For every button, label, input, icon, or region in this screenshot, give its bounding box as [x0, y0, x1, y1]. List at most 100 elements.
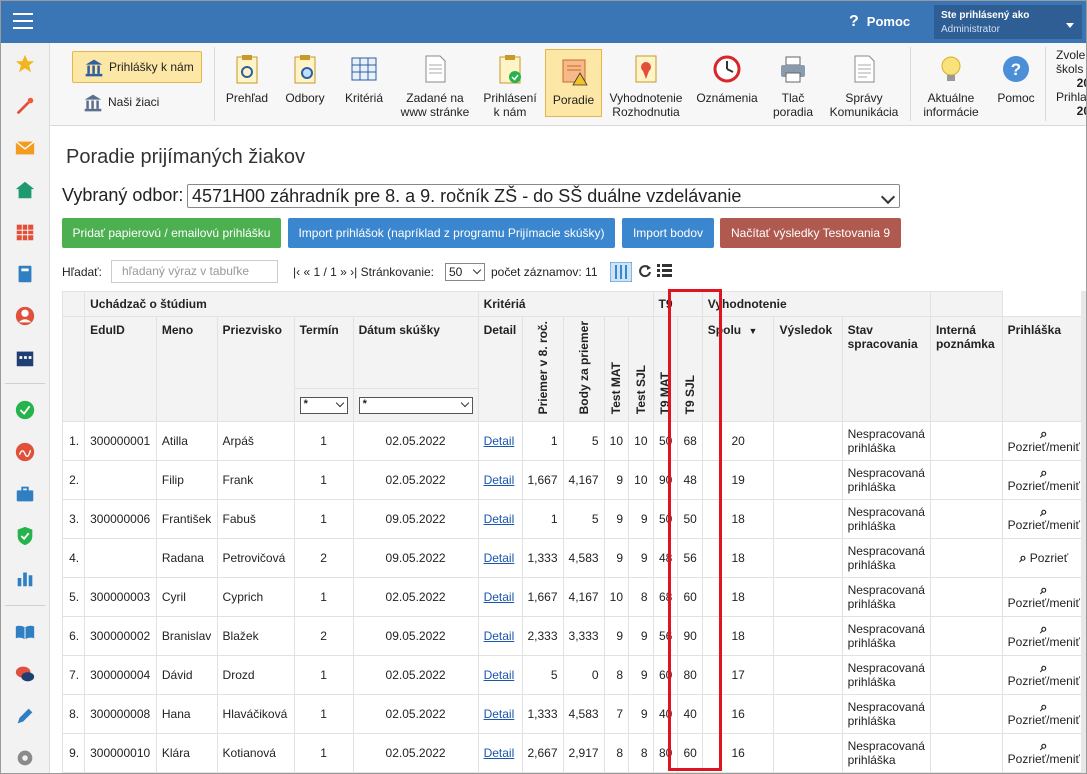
toolbar-applied-button[interactable]: Prihlásení k nám — [478, 43, 542, 125]
col-header-poznamka[interactable]: Interná poznámka — [929, 315, 1003, 423]
view-edit-link[interactable]: Pozrieť/meniť — [1008, 635, 1080, 649]
our-students-tab-button[interactable]: Naši žiaci — [72, 87, 202, 117]
cell-detail[interactable]: Detail — [477, 460, 523, 501]
toolbar-messages-button[interactable]: Správy Komunikácia — [825, 43, 903, 125]
pagination[interactable]: |‹ « 1 / 1 » ›| Stránkovanie: — [293, 265, 434, 279]
col-header-t9-sjl[interactable]: T9 SJL — [677, 315, 703, 423]
pencil-icon[interactable] — [14, 705, 36, 727]
col-header-priezvisko[interactable]: Priezvisko — [216, 315, 295, 423]
open-book-icon[interactable] — [14, 621, 36, 643]
detail-link[interactable]: Detail — [484, 551, 515, 565]
list-icon[interactable] — [657, 264, 672, 277]
view-edit-link[interactable]: Pozrieť/meniť — [1008, 752, 1080, 766]
col-header-termin[interactable]: Termín — [293, 315, 354, 390]
view-edit-link[interactable]: Pozrieť — [1030, 551, 1069, 565]
cell-prihlaska[interactable]: ⌕ Pozrieť/meniť — [1001, 421, 1086, 462]
applications-tab-button[interactable]: Prihlášky k nám — [72, 51, 202, 83]
cell-detail[interactable]: Detail — [477, 733, 523, 773]
detail-link[interactable]: Detail — [484, 707, 515, 721]
import-applications-button[interactable]: Import prihlášok (napríklad z programu P… — [288, 218, 615, 248]
col-header-t9-mat[interactable]: T9 MAT — [652, 315, 679, 423]
view-edit-link[interactable]: Pozrieť/meniť — [1008, 440, 1080, 454]
field-select[interactable]: 4571H00 záhradník pre 8. a 9. ročník ZŠ … — [187, 184, 900, 208]
col-header-vysledok[interactable]: Výsledok — [773, 315, 843, 423]
cell-detail[interactable]: Detail — [477, 421, 523, 462]
view-edit-link[interactable]: Pozrieť/meniť — [1008, 674, 1080, 688]
column-view-icon[interactable] — [610, 262, 632, 282]
page-size-select[interactable]: 50 — [445, 263, 485, 281]
home-icon[interactable] — [14, 179, 36, 201]
cell-detail[interactable]: Detail — [477, 694, 523, 735]
col-header-datum[interactable]: Dátum skúšky — [352, 315, 479, 390]
cell-prihlaska[interactable]: ⌕ Pozrieť/meniť — [1001, 460, 1086, 501]
mail-icon[interactable] — [14, 137, 36, 159]
scrollbar[interactable] — [1081, 291, 1086, 773]
view-edit-link[interactable]: Pozrieť/meniť — [1008, 713, 1080, 727]
toolbar-notifications-button[interactable]: Oznámenia — [690, 43, 764, 125]
cell-prihlaska[interactable]: ⌕ Pozrieť/meniť — [1001, 655, 1086, 696]
datum-filter-select[interactable]: * — [358, 396, 473, 414]
detail-link[interactable]: Detail — [484, 512, 515, 526]
import-points-button[interactable]: Import bodov — [622, 218, 714, 248]
col-header-prihlaska[interactable]: Prihláška — [1001, 315, 1086, 423]
detail-link[interactable]: Detail — [484, 434, 515, 448]
col-header-meno[interactable]: Meno — [155, 315, 218, 423]
signature-icon[interactable] — [14, 441, 36, 463]
cell-detail[interactable]: Detail — [477, 577, 523, 618]
briefcase-icon[interactable] — [14, 483, 36, 505]
detail-link[interactable]: Detail — [484, 668, 515, 682]
detail-link[interactable]: Detail — [484, 629, 515, 643]
gear-icon[interactable] — [14, 747, 36, 769]
help-link[interactable]: ? Pomoc — [849, 13, 910, 31]
cell-detail[interactable]: Detail — [477, 538, 523, 579]
load-t9-results-button[interactable]: Načítať výsledky Testovania 9 — [720, 218, 901, 248]
col-header-spolu[interactable]: Spolu ▼ — [701, 315, 775, 423]
cell-prihlaska[interactable]: ⌕ Pozrieť/meniť — [1001, 694, 1086, 735]
magic-wand-icon[interactable] — [14, 95, 36, 117]
cell-detail[interactable]: Detail — [477, 499, 523, 540]
cell-detail[interactable]: Detail — [477, 655, 523, 696]
col-header-detail[interactable]: Detail — [477, 315, 523, 423]
calendar-icon[interactable] — [14, 347, 36, 369]
chat-icon[interactable] — [14, 663, 36, 685]
cell-prihlaska[interactable]: ⌕ Pozrieť/meniť — [1001, 499, 1086, 540]
calendar-grid-icon[interactable] — [14, 221, 36, 243]
cell-prihlaska[interactable]: ⌕ Pozrieť/meniť — [1001, 733, 1086, 773]
book-icon[interactable] — [14, 263, 36, 285]
col-header-test-mat[interactable]: Test MAT — [603, 315, 630, 423]
termin-filter-select[interactable]: * — [299, 396, 348, 414]
cell-prihlaska[interactable]: ⌕ Pozrieť — [1001, 538, 1086, 579]
toolbar-print-button[interactable]: Tlač poradia — [766, 43, 820, 125]
toolbar-current-info-button[interactable]: Aktuálne informácie — [916, 43, 986, 125]
view-edit-link[interactable]: Pozrieť/meniť — [1008, 479, 1080, 493]
hamburger-menu-icon[interactable] — [13, 13, 33, 31]
search-input[interactable]: hľadaný výraz v tabuľke — [111, 260, 278, 283]
view-edit-link[interactable]: Pozrieť/meniť — [1008, 518, 1080, 532]
view-edit-link[interactable]: Pozrieť/meniť — [1008, 596, 1080, 610]
toolbar-evaluation-button[interactable]: Vyhodnotenie Rozhodnutia — [606, 43, 686, 125]
toolbar-fields-button[interactable]: Odbory — [280, 43, 330, 125]
toolbar-web-submitted-button[interactable]: Zadané na www stránke — [395, 43, 475, 125]
toolbar-help-button[interactable]: ? Pomoc — [990, 43, 1042, 125]
shield-check-icon[interactable] — [14, 525, 36, 547]
detail-link[interactable]: Detail — [484, 473, 515, 487]
star-icon[interactable] — [14, 53, 36, 75]
col-header-stav[interactable]: Stav spracovania — [841, 315, 931, 423]
detail-link[interactable]: Detail — [484, 590, 515, 604]
check-circle-icon[interactable] — [14, 399, 36, 421]
bar-chart-icon[interactable] — [14, 567, 36, 589]
toolbar-overview-button[interactable]: Prehľad — [222, 43, 272, 125]
user-circle-icon[interactable] — [14, 305, 36, 327]
cell-prihlaska[interactable]: ⌕ Pozrieť/meniť — [1001, 616, 1086, 657]
toolbar-ranking-button[interactable]: Poradie — [545, 49, 602, 117]
add-paper-application-button[interactable]: Pridať papierovú / emailovú prihlášku — [62, 218, 281, 248]
col-header-test-sjl[interactable]: Test SJL — [628, 315, 654, 423]
cell-detail[interactable]: Detail — [477, 616, 523, 657]
cell-prihlaska[interactable]: ⌕ Pozrieť/meniť — [1001, 577, 1086, 618]
toolbar-criteria-button[interactable]: Kritériá — [338, 43, 390, 125]
col-header-eduid[interactable]: EduID — [84, 315, 157, 423]
col-header-body[interactable]: Body za priemer — [562, 315, 605, 423]
user-menu[interactable]: Ste prihlásený ako Administrator — [934, 5, 1082, 39]
col-header-priemer[interactable]: Priemer v 8. roč. — [521, 315, 564, 423]
detail-link[interactable]: Detail — [484, 746, 515, 760]
